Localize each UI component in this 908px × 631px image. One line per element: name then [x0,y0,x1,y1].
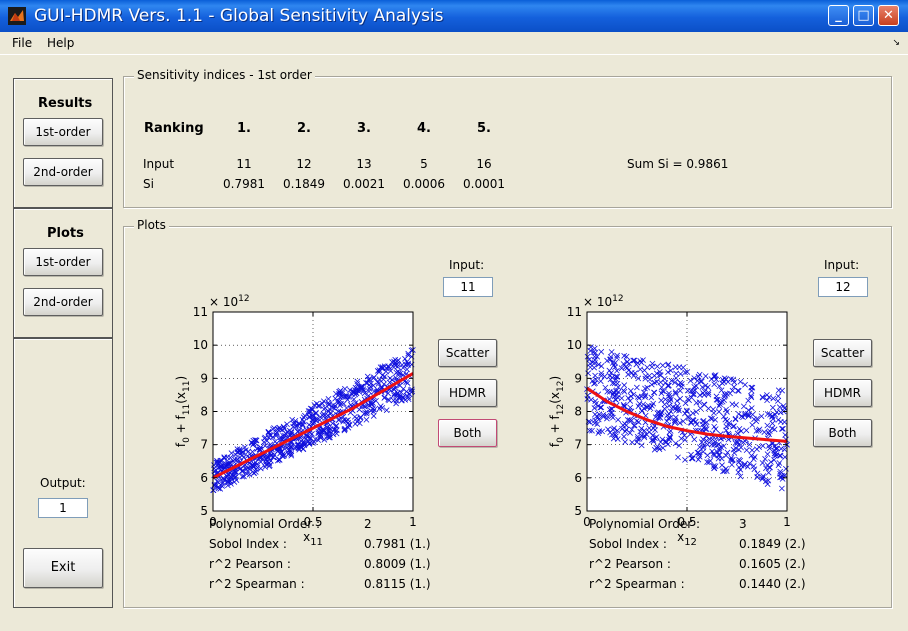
plot2-stat-label-2: r^2 Pearson : [589,557,671,571]
plot1-stat-value-1: 0.7981 (1.) [364,537,431,551]
plot1-stat-value-2: 0.8009 (1.) [364,557,431,571]
maximize-button[interactable]: □ [853,5,874,26]
y-axis-label: f0 + f12(x12) [548,376,566,447]
si-value-2: 0.1849 [283,177,325,191]
plot2-stat-label-3: r^2 Spearman : [589,577,685,591]
y-tick-label: 7 [200,438,208,452]
input-value-1: 11 [236,157,252,171]
plot1-input-field[interactable]: 11 [443,277,493,297]
plots-heading: Plots [47,226,84,241]
rank-1: 1. [237,121,251,136]
chart-input-11: 0 0.5 1567891011× 1012x11f0 + f11(x11) [174,294,417,548]
sum-si-text: Sum Si = 0.9861 [627,157,729,171]
y-tick-label: 9 [200,371,208,385]
y-tick-label: 9 [574,371,582,385]
y-axis-label: f0 + f11(x11) [174,376,192,447]
plot2-scatter-button[interactable]: Scatter [813,339,872,367]
plot1-stat-value-3: 0.8115 (1.) [364,577,431,591]
menu-file[interactable]: File [12,36,32,50]
plot1-input-label: Input: [449,258,485,272]
input-value-3: 13 [356,157,372,171]
menu-bar: File Help ↘ [0,32,908,54]
rank-2: 2. [297,121,311,136]
plot2-input-label: Input: [824,258,860,272]
output-field[interactable]: 1 [38,498,88,518]
y-tick-label: 6 [574,471,582,485]
x-tick-label: 1 [409,515,417,529]
y-tick-label: 7 [574,438,582,452]
chart-input-12: 0 0.5 1567891011× 1012x12f0 + f12(x12) [548,294,791,548]
figure-area: Results 1st-order 2nd-order Plots 1st-or… [0,54,908,631]
plot1-stat-label-3: r^2 Spearman : [209,577,305,591]
si-value-3: 0.0021 [343,177,385,191]
si-row-label: Si [143,177,154,191]
menu-help[interactable]: Help [47,36,74,50]
y-tick-label: 11 [193,305,208,319]
rank-5: 5. [477,121,491,136]
window-title: GUI-HDMR Vers. 1.1 - Global Sensitivity … [34,6,444,26]
plot1-both-button[interactable]: Both [438,419,497,447]
x-tick-label: 1 [783,515,791,529]
plot1-stat-label-0: Polynomial Order : [209,517,321,531]
results-1st-order-button[interactable]: 1st-order [23,118,103,146]
exit-button[interactable]: Exit [23,548,103,588]
y-tick-label: 6 [200,471,208,485]
plot2-stat-value-0: 3 [739,517,747,531]
y-tick-label: 5 [574,504,582,518]
close-button[interactable]: ✕ [878,5,899,26]
plot1-scatter-button[interactable]: Scatter [438,339,497,367]
plot2-stat-value-1: 0.1849 (2.) [739,537,806,551]
y-exponent-label: × 1012 [209,294,250,309]
ranking-label: Ranking [144,121,204,136]
title-bar: GUI-HDMR Vers. 1.1 - Global Sensitivity … [0,0,908,32]
y-tick-label: 10 [193,338,208,352]
plot2-stat-value-3: 0.1440 (2.) [739,577,806,591]
input-value-2: 12 [296,157,312,171]
y-tick-label: 10 [567,338,582,352]
plot1-stat-label-1: Sobol Index : [209,537,287,551]
plot2-stat-value-2: 0.1605 (2.) [739,557,806,571]
sensitivity-frame-title: Sensitivity indices - 1st order [134,68,315,82]
plot2-hdmr-button[interactable]: HDMR [813,379,872,407]
input-value-5: 16 [476,157,492,171]
plot1-stat-label-2: r^2 Pearson : [209,557,291,571]
input-row-label: Input [143,157,175,171]
y-tick-label: 11 [567,305,582,319]
output-label: Output: [40,476,86,490]
rank-4: 4. [417,121,431,136]
results-heading: Results [38,96,93,111]
y-tick-label: 8 [574,405,582,419]
si-value-1: 0.7981 [223,177,265,191]
plot2-stat-label-0: Polynomial Order : [589,517,701,531]
plot2-stat-label-1: Sobol Index : [589,537,667,551]
plot2-input-field[interactable]: 12 [818,277,868,297]
plots-1st-order-button[interactable]: 1st-order [23,248,103,276]
input-value-4: 5 [420,157,428,171]
plots-frame-title: Plots [134,218,169,232]
plot2-both-button[interactable]: Both [813,419,872,447]
dock-arrow-icon[interactable]: ↘ [892,38,900,48]
y-tick-label: 8 [200,405,208,419]
si-value-4: 0.0006 [403,177,445,191]
y-exponent-label: × 1012 [583,294,624,309]
matlab-icon [8,7,26,25]
plot1-stat-value-0: 2 [364,517,372,531]
y-tick-label: 5 [200,504,208,518]
plots-2nd-order-button[interactable]: 2nd-order [23,288,103,316]
rank-3: 3. [357,121,371,136]
results-2nd-order-button[interactable]: 2nd-order [23,158,103,186]
plot1-hdmr-button[interactable]: HDMR [438,379,497,407]
si-value-5: 0.0001 [463,177,505,191]
minimize-button[interactable]: _ [828,5,849,26]
